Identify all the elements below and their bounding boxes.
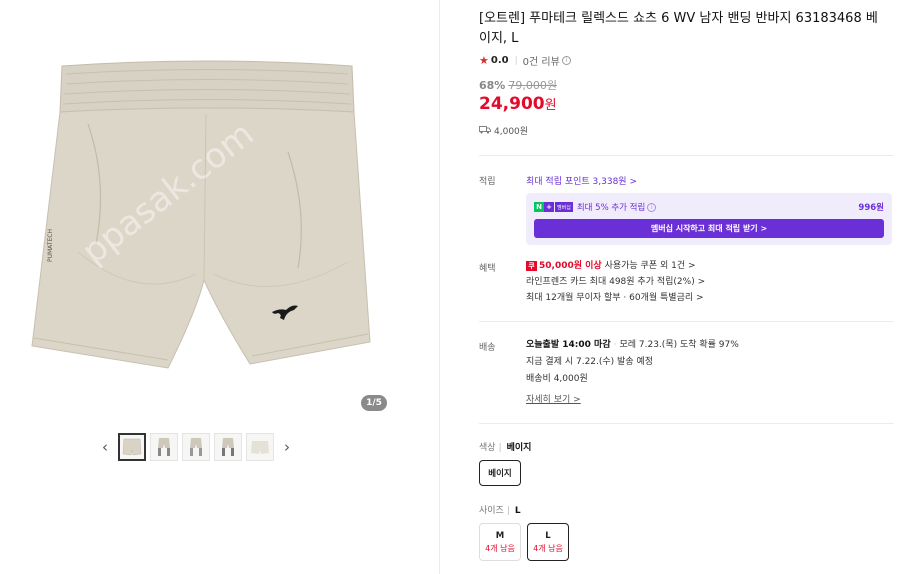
separator: | [506, 506, 510, 516]
info-icon[interactable]: i [561, 56, 571, 65]
color-chip-label: 베이지 [488, 469, 512, 479]
thumbnail-5[interactable] [246, 433, 274, 461]
color-selected: 베이지 [506, 443, 532, 453]
npay-n-badge: N [534, 202, 544, 212]
color-option-label: 색상 | 베이지 [479, 440, 531, 453]
color-label: 색상 [479, 443, 496, 453]
currency: 원 [544, 98, 557, 113]
column-divider [439, 0, 440, 574]
thumbnail-4[interactable] [214, 433, 242, 461]
chevron-right-icon: › [284, 438, 290, 456]
size-chip-m[interactable]: M 4개 남음 [479, 523, 521, 561]
chevron-left-icon: ‹ [102, 438, 108, 456]
pumatech-logo-text: PUMATECH [47, 229, 54, 262]
original-price-row: 68% 79,000원 [479, 77, 557, 93]
delivery-fee: 배송비 4,000원 [526, 374, 588, 384]
size-chip-l[interactable]: L 4개 남음 [527, 523, 569, 561]
npay-membership-badge: N + 멤버십 [534, 202, 573, 212]
installment-benefit[interactable]: 최대 12개월 무이자 할부 · 60개월 특별금리 > [526, 290, 705, 306]
thumbnail-2[interactable] [150, 433, 178, 461]
delivery-label: 배송 [479, 343, 496, 353]
size-label: 사이즈 [479, 506, 504, 516]
info-icon[interactable]: i [647, 202, 657, 212]
delivery-detail-link[interactable]: 자세히 보기 > [526, 395, 581, 405]
size-name: L [545, 530, 551, 541]
shipping-fee: 4,000원 [494, 127, 529, 137]
thumbnail-strip: ‹ › [96, 432, 296, 462]
delivery-info: 오늘출발 14:00 마감 · 모레 7.23.(목) 도착 확률 97% 지금 결… [526, 337, 739, 409]
membership-start-button[interactable]: 멤버십 시작하고 최대 적립 받기 > [534, 219, 884, 238]
membership-text: 최대 5% 추가 적립 [576, 203, 646, 213]
membership-badge-text: 멤버십 [555, 202, 573, 212]
image-counter: 1/5 [361, 395, 387, 411]
thumbs-next-button[interactable]: › [278, 433, 296, 461]
divider [479, 321, 894, 322]
review-count-link[interactable]: 0건 리뷰 [523, 53, 560, 68]
sale-price: 24,900 [479, 94, 545, 114]
color-chip-beige[interactable]: 베이지 [479, 460, 521, 486]
coupon-benefit[interactable]: 쿠 50,000원 이상 사용가능 쿠폰 외 1건 > [526, 258, 705, 274]
membership-row: N + 멤버십 최대 5% 추가 적립 i 996원 [534, 201, 884, 213]
coupon-icon: 쿠 [526, 260, 537, 271]
rating-value: 0.0 [490, 55, 509, 66]
separator: · [613, 340, 617, 350]
product-main-image[interactable]: PUMATECH ppasak.com [18, 12, 398, 422]
divider [479, 423, 894, 424]
today-ship-row: 오늘출발 14:00 마감 · 모레 7.23.(목) 도착 확률 97% [526, 337, 739, 354]
arrival-estimate: 모레 7.23.(목) 도착 확률 97% [619, 340, 739, 350]
discount-rate: 68% [479, 79, 506, 92]
separator: | [498, 443, 502, 453]
thumbnail-3[interactable] [182, 433, 210, 461]
product-gallery: PUMATECH ppasak.com 1/5 ‹ › [0, 0, 440, 574]
points-label: 적립 [479, 177, 496, 187]
size-option-label: 사이즈 | L [479, 503, 521, 516]
shipping-fee-row: 4,000원 [479, 124, 528, 137]
product-title: [오트렌] 푸마테크 릴렉스드 쇼츠 6 WV 남자 밴딩 반바지 631834… [479, 11, 878, 46]
coupon-threshold: 50,000원 이상 [539, 261, 602, 271]
size-selected: L [514, 506, 521, 516]
coupon-text: 사용가능 쿠폰 외 1건 > [601, 261, 696, 271]
membership-points: 996원 [858, 203, 884, 213]
truck-icon [479, 125, 491, 137]
divider [479, 155, 894, 156]
separator: | [514, 55, 518, 66]
size-stock: 4개 남음 [485, 543, 515, 553]
benefits-label: 혜택 [479, 264, 496, 274]
star-icon: ★ [479, 54, 489, 67]
membership-box: N + 멤버십 최대 5% 추가 적립 i 996원 멤버십 시작하고 최대 적립 … [526, 193, 892, 245]
card-benefit[interactable]: 라인프렌즈 카드 최대 498원 추가 적립(2%) > [526, 274, 705, 290]
benefits-list: 쿠 50,000원 이상 사용가능 쿠폰 외 1건 > 라인프렌즈 카드 최대 4… [526, 258, 705, 306]
size-name: M [495, 530, 505, 541]
size-stock: 4개 남음 [533, 543, 563, 553]
thumbs-prev-button[interactable]: ‹ [96, 433, 114, 461]
plus-icon: + [544, 202, 554, 212]
thumbnail-1[interactable] [118, 433, 146, 461]
sale-price-row: 24,900원 [479, 94, 557, 114]
max-points-link[interactable]: 최대 적립 포인트 3,338원 > [526, 174, 637, 187]
today-ship: 오늘출발 14:00 마감 [526, 340, 611, 350]
rating-row: ★ 0.0 | 0건 리뷰 i [479, 53, 571, 68]
payment-note: 지금 결제 시 7.22.(수) 발송 예정 [526, 357, 654, 367]
original-price: 79,000원 [508, 79, 557, 92]
